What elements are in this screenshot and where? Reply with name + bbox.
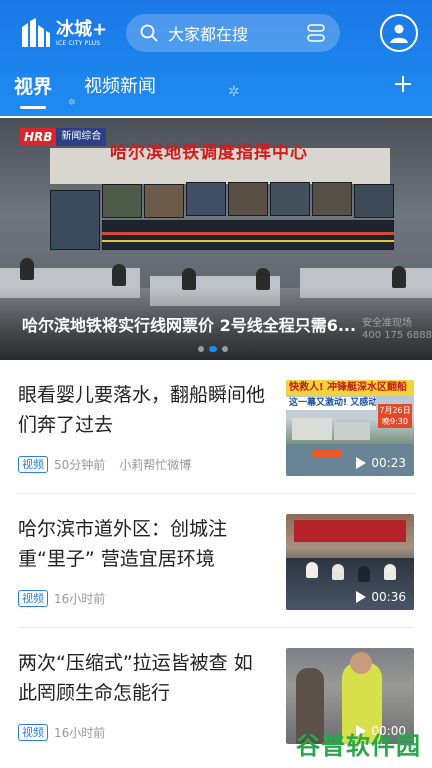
video-duration: 00:36 xyxy=(356,590,406,604)
person xyxy=(182,268,196,290)
app-name-en: ICE CITY PLUS xyxy=(56,40,101,47)
news-title[interactable]: 哈尔滨市道外区：创城注重“里子” 营造宜居环境 xyxy=(18,514,270,574)
person xyxy=(256,268,270,290)
search-placeholder: 大家都在搜 xyxy=(168,25,249,44)
carousel-dot-active[interactable] xyxy=(209,346,217,352)
person xyxy=(112,264,126,286)
banner-caption[interactable]: 哈尔滨地铁将实行线网票价 2号线全程只需6... xyxy=(22,312,416,336)
news-source: 小莉帮忙微博 xyxy=(119,458,192,472)
hrb-logo: HRB xyxy=(20,128,57,146)
news-item[interactable]: 眼看婴儿要落水，翻船瞬间他们奔了过去 视频 50分钟前 小莉帮忙微博 快救人! … xyxy=(0,360,432,495)
carousel-dots xyxy=(198,346,228,352)
tab-video-news[interactable]: 视频新闻 xyxy=(84,72,156,98)
video-tag: 视频 xyxy=(18,724,48,741)
carousel-dot[interactable] xyxy=(222,346,228,352)
duration-text: 00:36 xyxy=(371,590,406,604)
carousel-dot[interactable] xyxy=(198,346,204,352)
news-meta: 视频 16小时前 xyxy=(18,590,105,607)
person xyxy=(20,258,34,280)
logo-icon xyxy=(22,18,50,47)
banner-wall-sign: 哈尔滨地铁调度指挥中心 xyxy=(110,143,308,163)
news-time: 16小时前 xyxy=(54,726,106,740)
person xyxy=(392,266,406,288)
video-duration: 00:23 xyxy=(356,456,406,470)
thumb-caption-2: 这一幕又激动! 又感动! xyxy=(286,397,376,410)
duration-text: 00:23 xyxy=(371,456,406,470)
app-name: 冰城+ xyxy=(56,19,108,40)
headline-banner[interactable]: 哈尔滨地铁调度指挥中心 HRB 新闻综合 安全准现场 400 175 6888 … xyxy=(0,118,432,360)
thumb-date: 7月26日 晚9:30 xyxy=(378,404,412,428)
app-header: 冰城+ ICE CITY PLUS 大家都在搜 视界 视频新闻 ✲ ✲ xyxy=(0,0,432,116)
tab-shijie[interactable]: 视界 xyxy=(14,72,52,99)
snowflake-decoration-icon: ✲ xyxy=(68,98,76,108)
search-bar[interactable]: 大家都在搜 xyxy=(126,14,340,52)
channel-name: 新闻综合 xyxy=(56,128,107,146)
site-watermark: 谷普软件园 xyxy=(296,724,426,762)
news-thumbnail[interactable]: 快救人! 冲锋艇深水区翻船 这一幕又激动! 又感动! 7月26日 晚9:30 0… xyxy=(286,380,414,476)
play-icon xyxy=(356,591,367,603)
news-time: 16小时前 xyxy=(54,592,106,606)
active-tab-indicator xyxy=(20,106,46,109)
news-thumbnail[interactable]: 00:36 xyxy=(286,514,414,610)
play-icon xyxy=(356,457,367,469)
news-title[interactable]: 两次“压缩式”拉运皆被查 如此罔顾生命怎能行 xyxy=(18,648,270,708)
news-meta: 视频 50分钟前 小莉帮忙微博 xyxy=(18,456,191,473)
video-tag: 视频 xyxy=(18,456,48,473)
search-icon xyxy=(140,24,158,42)
add-channel-icon[interactable] xyxy=(393,74,413,94)
news-time: 50分钟前 xyxy=(54,458,106,472)
user-icon xyxy=(390,24,408,43)
tv-channel-badge: HRB 新闻综合 xyxy=(20,128,107,146)
news-meta: 视频 16小时前 xyxy=(18,724,105,741)
user-avatar-button[interactable] xyxy=(380,14,418,52)
watermark-text: 谷普软件园 xyxy=(296,731,421,760)
channel-tabs: 视界 视频新闻 xyxy=(0,68,432,109)
news-title[interactable]: 眼看婴儿要落水，翻船瞬间他们奔了过去 xyxy=(18,380,270,440)
thumb-caption: 快救人! 冲锋艇深水区翻船 xyxy=(286,380,414,396)
app-logo[interactable]: 冰城+ ICE CITY PLUS xyxy=(18,14,128,54)
video-tag: 视频 xyxy=(18,590,48,607)
news-item[interactable]: 哈尔滨市道外区：创城注重“里子” 营造宜居环境 视频 16小时前 00:36 xyxy=(0,494,432,629)
snowflake-decoration-icon: ✲ xyxy=(228,84,240,100)
scan-icon[interactable] xyxy=(306,23,326,43)
